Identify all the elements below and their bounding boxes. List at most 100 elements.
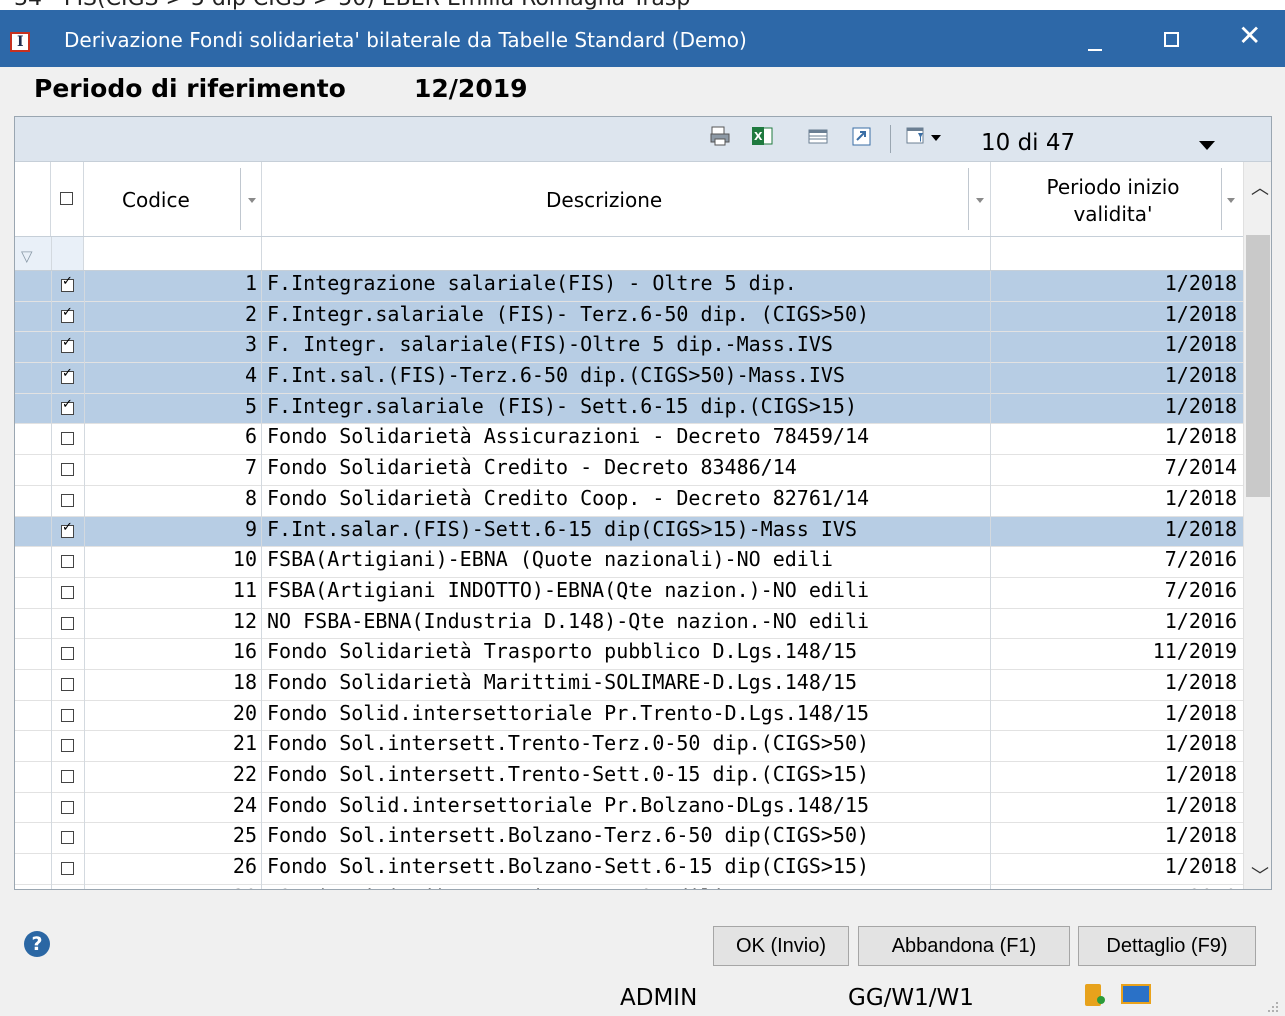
row-checkbox[interactable] (61, 274, 74, 292)
table-row[interactable]: 8 Fondo Solidarietà Credito Coop. - Decre… (15, 485, 1243, 517)
table-row[interactable]: 10 FSBA(Artigiani)-EBNA (Quote nazionali)… (15, 547, 1243, 578)
row-indicator (15, 639, 52, 670)
row-checkbox[interactable] (61, 616, 74, 630)
cell-codice: 21 (84, 731, 262, 762)
cell-periodo: 1/2018 (1164, 332, 1237, 357)
table-row[interactable]: 18 Fondo Solidarietà Marittimi-SOLIMARE-D… (15, 669, 1243, 701)
row-select-cell (51, 608, 85, 640)
cell-codice: 12 (84, 608, 262, 640)
scroll-up-icon[interactable]: ︿ (1251, 174, 1269, 200)
dettaglio-button[interactable]: Dettaglio (F9) (1078, 926, 1256, 966)
table-row[interactable]: 20 Fondo Solid.intersettoriale Pr.Trento-… (15, 700, 1243, 732)
header-periodo[interactable]: Periodo inizio validita' (991, 162, 1243, 236)
sort-icon[interactable] (976, 198, 984, 203)
row-checkbox[interactable] (61, 739, 74, 753)
maximize-button[interactable] (1144, 20, 1200, 60)
print-icon[interactable] (709, 125, 731, 147)
row-checkbox[interactable] (61, 677, 74, 691)
table-row[interactable]: 1F.Integrazione salariale(FIS) - Oltre 5… (15, 271, 1243, 302)
sort-icon[interactable] (1227, 198, 1235, 203)
header-select-all (51, 162, 84, 236)
cell-codice: 26 (84, 854, 262, 885)
table-row[interactable]: 25 Fondo Sol.intersett.Bolzano-Terz.6-50 … (15, 823, 1243, 855)
status-workstation: GG/W1/W1 (848, 985, 974, 1011)
select-all-checkbox[interactable] (60, 192, 73, 205)
ok-button[interactable]: OK (Invio) (713, 926, 849, 966)
table-row[interactable]: 22 Fondo Sol.intersett.Trento-Sett.0-15 d… (15, 762, 1243, 793)
abbandona-button[interactable]: Abbandona (F1) (858, 926, 1070, 966)
cell-codice: 30 (84, 884, 262, 889)
row-checkbox[interactable] (61, 800, 74, 814)
row-checkbox[interactable] (61, 493, 74, 507)
header-codice[interactable]: Codice (84, 162, 262, 236)
cell-periodo: 1/2018 (1164, 823, 1237, 848)
table-row[interactable]: 16 Fondo Solidarietà Trasporto pubblico D… (15, 639, 1243, 670)
row-select-cell (51, 884, 85, 889)
row-checkbox[interactable] (61, 585, 74, 599)
row-indicator (15, 731, 52, 762)
resize-grip-icon[interactable] (1266, 1000, 1280, 1014)
cell-codice: 20 (84, 700, 262, 732)
cell-descrizione: F.Integrazione salariale(FIS) - Oltre 5 … (262, 271, 991, 302)
chevron-down-icon (1199, 141, 1215, 150)
table-row[interactable]: 9F.Int.salar.(FIS)-Sett.6-15 dip(CIGS>15… (15, 516, 1243, 548)
vertical-scrollbar[interactable]: ︿ ﹀ (1243, 162, 1271, 889)
column-chooser-icon[interactable] (905, 125, 951, 147)
table-row[interactable]: 24 Fondo Solid.intersettoriale Pr.Bolzano… (15, 792, 1243, 824)
close-button[interactable]: ✕ (1222, 20, 1278, 60)
header-codice-label: Codice (122, 188, 190, 212)
row-select-cell (51, 792, 85, 824)
table-row[interactable]: 7 Fondo Solidarietà Credito - Decreto 834… (15, 455, 1243, 486)
table-row[interactable]: 21 Fondo Sol.intersett.Trento-Terz.0-50 d… (15, 731, 1243, 762)
row-checkbox[interactable] (61, 862, 74, 876)
cell-descrizione: Fondo Solidarietà Assicurazioni - Decret… (262, 424, 991, 456)
cell-periodo: 7/2014 (1164, 455, 1237, 480)
sort-icon[interactable] (248, 198, 256, 203)
scroll-down-icon[interactable]: ﹀ (1251, 862, 1269, 888)
row-indicator (15, 669, 52, 701)
row-select-cell (51, 455, 85, 486)
filter-periodo-input[interactable] (991, 237, 1243, 270)
table-row[interactable]: 6 Fondo Solidarietà Assicurazioni - Decre… (15, 424, 1243, 456)
cell-descrizione: Fondo Solidarietà Credito - Decreto 8348… (262, 455, 991, 486)
table-row[interactable]: 11 FSBA(Artigiani INDOTTO)-EBNA(Qte nazio… (15, 577, 1243, 609)
table-icon[interactable] (807, 125, 829, 147)
cell-descrizione: F. Integr. salariale(FIS)-Oltre 5 dip.-M… (262, 332, 991, 364)
table-row[interactable]: 12 NO FSBA-EBNA(Industria D.148)-Qte nazi… (15, 608, 1243, 640)
row-select-cell (51, 854, 85, 885)
row-checkbox[interactable] (61, 555, 74, 569)
row-indicator (15, 332, 52, 364)
row-checkbox[interactable] (61, 831, 74, 845)
minimize-button[interactable] (1066, 20, 1122, 60)
row-checkbox[interactable] (61, 463, 74, 477)
export-icon[interactable] (851, 125, 873, 147)
pager-dropdown[interactable]: 10 di 47 (967, 119, 1247, 159)
cell-descrizione: FSBA(Artigiani)-EBAP Piemonte-NO edili (262, 884, 991, 889)
row-checkbox[interactable] (61, 335, 74, 354)
table-row[interactable]: 30FSBA(Artigiani)-EBAP Piemonte-NO edili… (15, 884, 1243, 889)
row-select-cell (51, 731, 85, 762)
row-checkbox[interactable] (61, 366, 74, 385)
row-checkbox[interactable] (61, 708, 74, 722)
row-checkbox[interactable] (61, 520, 74, 538)
table-row[interactable]: 26 Fondo Sol.intersett.Bolzano-Sett.6-15 … (15, 854, 1243, 885)
cell-codice: 1 (84, 271, 262, 302)
header-descrizione-label: Descrizione (546, 188, 663, 212)
row-checkbox[interactable] (61, 305, 74, 323)
excel-icon[interactable]: X (751, 125, 773, 147)
help-icon[interactable]: ? (24, 931, 50, 957)
table-row[interactable]: 4F.Int.sal.(FIS)-Terz.6-50 dip.(CIGS>50)… (15, 363, 1243, 394)
grid-toolbar: X 10 di 47 (15, 117, 1271, 162)
row-checkbox[interactable] (61, 770, 74, 783)
row-checkbox[interactable] (61, 432, 74, 446)
filter-descrizione-input[interactable] (262, 237, 991, 270)
row-checkbox[interactable] (61, 647, 74, 661)
table-row[interactable]: 2F.Integr.salariale (FIS)- Terz.6-50 dip… (15, 301, 1243, 333)
table-row[interactable]: 3F. Integr. salariale(FIS)-Oltre 5 dip.-… (15, 332, 1243, 364)
row-checkbox[interactable] (61, 397, 74, 415)
table-row[interactable]: 5F.Integr.salariale (FIS)- Sett.6-15 dip… (15, 393, 1243, 425)
header-descrizione[interactable]: Descrizione (262, 162, 991, 236)
row-select-cell (51, 301, 85, 333)
scrollbar-thumb[interactable] (1246, 235, 1270, 497)
filter-codice-input[interactable] (84, 237, 262, 270)
